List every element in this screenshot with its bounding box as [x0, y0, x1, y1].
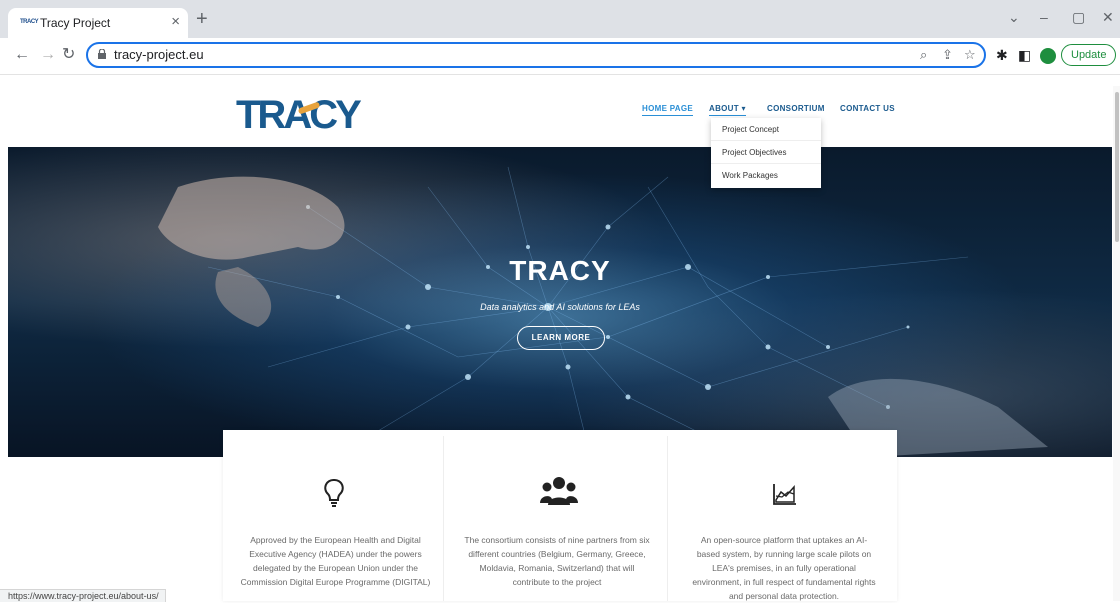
side-panel-icon[interactable]: ◧ — [1018, 47, 1031, 63]
profile-avatar[interactable] — [1040, 48, 1056, 64]
browser-tab[interactable]: TRACY Tracy Project × — [8, 8, 188, 38]
nav-home-page[interactable]: HOME PAGE — [642, 104, 694, 116]
bookmark-star-icon[interactable]: ☆ — [964, 47, 976, 63]
restore-icon[interactable]: ▢ — [1072, 9, 1085, 25]
menu-item-project-objectives[interactable]: Project Objectives — [711, 141, 821, 164]
browser-toolbar: ← → ↻ tracy-project.eu ⌕ ⇪ ☆ ✱ ◧ Update — [0, 38, 1120, 75]
hero-title: TRACY — [509, 255, 611, 286]
minimize-icon[interactable]: – — [1040, 9, 1048, 25]
update-button[interactable]: Update — [1061, 44, 1116, 66]
learn-more-button[interactable]: LEARN MORE — [517, 326, 605, 350]
hero-banner: TRACY Data analytics and AI solutions fo… — [8, 147, 1112, 457]
back-icon[interactable]: ← — [14, 45, 30, 65]
tracy-logo[interactable]: TRACY — [236, 93, 362, 137]
browser-tabstrip: TRACY Tracy Project × + ⌄ – ▢ ✕ — [0, 0, 1120, 38]
nav-contact-us[interactable]: CONTACT US — [840, 104, 895, 113]
new-tab-icon[interactable]: + — [196, 9, 208, 29]
tab-title: Tracy Project — [40, 16, 111, 30]
share-icon[interactable]: ⇪ — [942, 47, 953, 63]
menu-item-project-concept[interactable]: Project Concept — [711, 118, 821, 141]
nav-consortium[interactable]: CONSORTIUM — [767, 104, 825, 113]
feature-card: The consortium consists of nine partners… — [444, 430, 668, 601]
feature-text-platform: An open-source platform that uptakes an … — [692, 535, 876, 601]
tracy-favicon-icon: TRACY — [20, 19, 39, 25]
features-panel: Approved by the European Health and Digi… — [223, 430, 897, 601]
zoom-icon[interactable]: ⌕ — [920, 47, 927, 63]
nav-about[interactable]: ABOUT ▾ — [709, 104, 746, 116]
extensions-icon[interactable]: ✱ — [996, 47, 1008, 63]
site-header: TRACY HOME PAGE ABOUT ▾ CONSORTIUM CONTA… — [0, 75, 1120, 147]
scrollbar-thumb[interactable] — [1115, 92, 1119, 242]
address-bar[interactable]: tracy-project.eu ⌕ ⇪ ☆ — [86, 42, 986, 68]
close-tab-icon[interactable]: × — [171, 13, 180, 31]
url-text: tracy-project.eu — [114, 47, 204, 62]
logo-text: TRACY — [236, 93, 362, 137]
hero-subtitle: Data analytics and AI solutions for LEAs — [480, 302, 640, 312]
feature-card: An open-source platform that uptakes an … — [668, 430, 897, 601]
status-bar-url: https://www.tracy-project.eu/about-us/ — [0, 589, 166, 602]
forward-icon[interactable]: → — [40, 45, 56, 65]
feature-text-consortium: The consortium consists of nine partners… — [464, 535, 650, 587]
tab-search-chevron-icon[interactable]: ⌄ — [1008, 9, 1020, 25]
lock-icon — [98, 49, 106, 59]
chart-area-icon — [773, 484, 796, 505]
feature-card: Approved by the European Health and Digi… — [223, 430, 444, 601]
lightbulb-icon — [324, 478, 344, 507]
menu-item-work-packages[interactable]: Work Packages — [711, 164, 821, 187]
feature-text-hadea: Approved by the European Health and Digi… — [240, 535, 431, 587]
users-icon — [540, 477, 578, 505]
about-dropdown-menu: Project Concept Project Objectives Work … — [711, 118, 821, 188]
reload-icon[interactable]: ↻ — [62, 45, 75, 65]
window-close-icon[interactable]: ✕ — [1102, 9, 1114, 25]
